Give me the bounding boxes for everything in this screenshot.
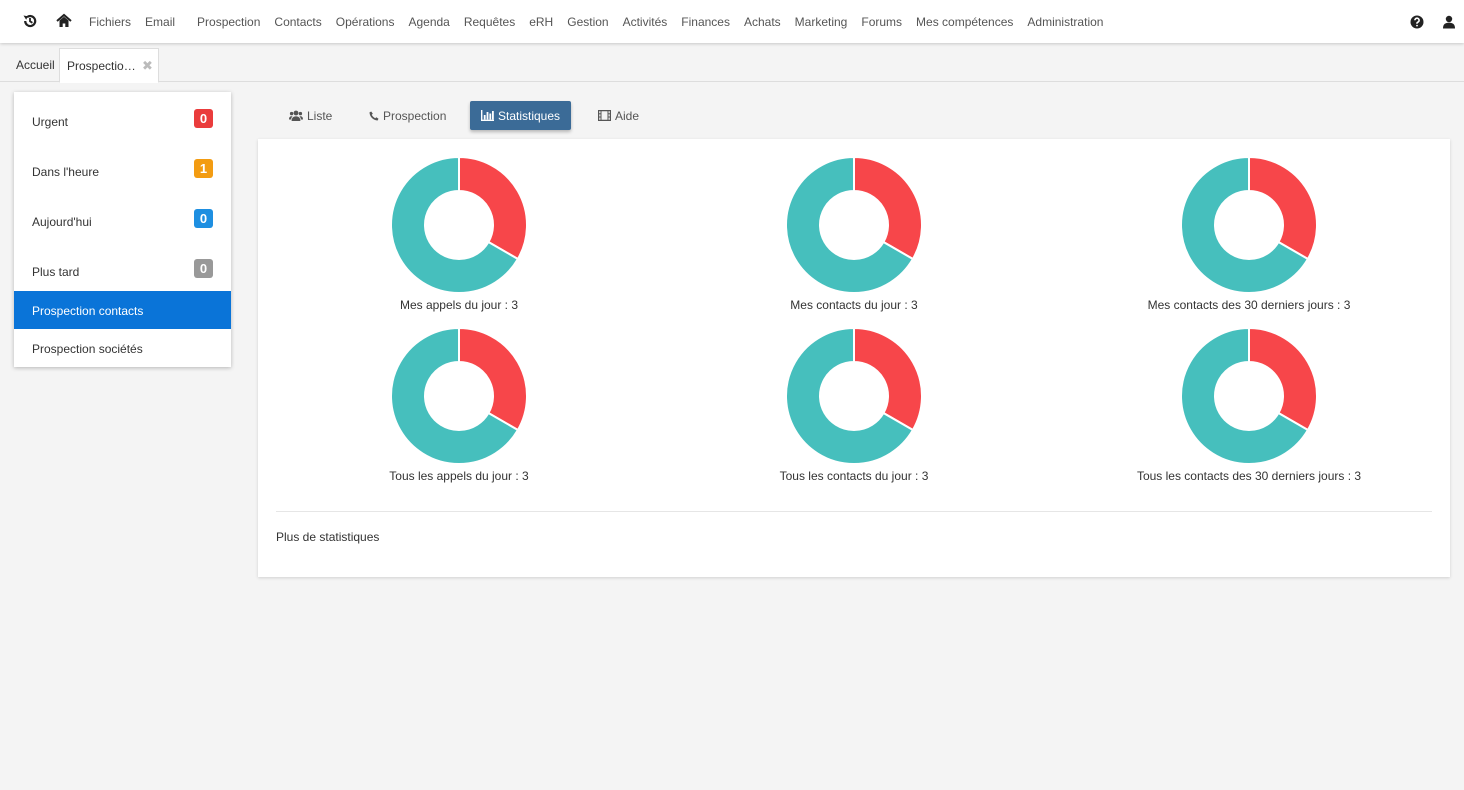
tab-bar: Accueil Prospectio… ✖ <box>0 43 1464 83</box>
tab-prospection[interactable]: Prospectio… ✖ <box>59 48 159 83</box>
tab-aide-label: Aide <box>615 108 640 123</box>
donut-chart-mes-contacts-30j <box>1180 155 1318 294</box>
chart-label: Tous les contacts des 30 derniers jours … <box>1136 469 1362 483</box>
sidebar-item-prospection-contacts[interactable]: Prospection contacts <box>14 291 231 329</box>
menu-item-activites[interactable]: Activités <box>616 15 675 29</box>
history-icon[interactable] <box>22 13 38 29</box>
tab-statistiques-label: Statistiques <box>498 108 561 123</box>
donut-chart-tous-contacts <box>785 326 923 465</box>
count-badge: 0 <box>194 259 213 278</box>
sidebar-item-label: Aujourd'hui <box>32 215 92 229</box>
sidebar-item-aujourd-hui[interactable]: Aujourd'hui 0 <box>14 197 231 235</box>
tab-liste[interactable]: Liste <box>289 101 332 130</box>
menu-item-administration[interactable]: Administration <box>1020 15 1110 29</box>
more-stats-link[interactable]: Plus de statistiques <box>276 530 379 544</box>
menu-item-gestion[interactable]: Gestion <box>560 15 615 29</box>
menu-item-achats[interactable]: Achats <box>737 15 788 29</box>
chart-label: Mes appels du jour : 3 <box>399 298 519 312</box>
chart-label: Tous les contacts du jour : 3 <box>779 469 929 483</box>
users-icon <box>289 110 303 121</box>
donut-chart-tous-appels <box>390 326 528 465</box>
menu-item-contacts[interactable]: Contacts <box>267 15 328 29</box>
help-icon[interactable] <box>1409 14 1425 30</box>
sidebar-item-label: Prospection contacts <box>32 304 144 318</box>
tab-liste-label: Liste <box>307 108 333 123</box>
sidebar-item-label: Prospection sociétés <box>32 342 143 356</box>
menu-item-erh[interactable]: eRH <box>522 15 560 29</box>
count-badge: 1 <box>194 159 213 178</box>
menu-item-prospection[interactable]: Prospection <box>190 15 267 29</box>
chart-label: Tous les appels du jour : 3 <box>389 469 529 483</box>
tab-prospection-view-label: Prospection <box>383 108 447 123</box>
donut-chart-mes-appels <box>390 155 528 294</box>
home-icon[interactable] <box>56 13 72 29</box>
sidebar-item-plus-tard[interactable]: Plus tard 0 <box>14 247 231 285</box>
sidebar-item-urgent[interactable]: Urgent 0 <box>14 97 231 135</box>
tab-statistiques[interactable]: Statistiques <box>470 101 572 130</box>
donut-chart-mes-contacts <box>785 155 923 294</box>
menu-item-finances[interactable]: Finances <box>674 15 737 29</box>
chart-label: Mes contacts des 30 derniers jours : 3 <box>1147 298 1351 312</box>
film-icon <box>598 110 611 121</box>
menu-item-email[interactable]: Email <box>138 15 182 29</box>
tab-prospection-view[interactable]: Prospection <box>369 101 446 130</box>
donut-chart-tous-contacts-30j <box>1180 326 1318 465</box>
top-navbar: Fichiers Email Prospection Contacts Opér… <box>0 0 1464 43</box>
menu-item-marketing[interactable]: Marketing <box>788 15 855 29</box>
menu-item-requetes[interactable]: Requêtes <box>457 15 522 29</box>
sidebar-item-dans-l-heure[interactable]: Dans l'heure 1 <box>14 147 231 185</box>
tab-aide[interactable]: Aide <box>598 101 639 130</box>
menu-item-operations[interactable]: Opérations <box>329 15 402 29</box>
sidebar: Urgent 0 Dans l'heure 1 Aujourd'hui 0 Pl… <box>14 92 231 367</box>
phone-icon <box>369 111 379 121</box>
tab-accueil[interactable]: Accueil <box>16 58 55 72</box>
sidebar-item-prospection-societes[interactable]: Prospection sociétés <box>14 329 231 367</box>
menu-item-mes-competences[interactable]: Mes compétences <box>909 15 1020 29</box>
count-badge: 0 <box>194 109 213 128</box>
user-icon[interactable] <box>1441 14 1457 30</box>
divider <box>276 511 1432 512</box>
count-badge: 0 <box>194 209 213 228</box>
menu-item-fichiers[interactable]: Fichiers <box>82 15 138 29</box>
menu-item-forums[interactable]: Forums <box>854 15 909 29</box>
bar-chart-icon <box>481 110 494 121</box>
menu-item-agenda[interactable]: Agenda <box>401 15 456 29</box>
sidebar-item-label: Urgent <box>32 115 69 129</box>
sidebar-item-label: Dans l'heure <box>32 165 99 179</box>
close-icon[interactable]: ✖ <box>142 58 153 74</box>
chart-label: Mes contacts du jour : 3 <box>790 298 918 312</box>
statistics-panel: Mes appels du jour : 3 Mes contacts du j… <box>258 139 1450 577</box>
sidebar-item-label: Plus tard <box>32 265 80 279</box>
main-menu: Fichiers Email Prospection Contacts Opér… <box>82 0 1110 43</box>
tab-prospection-label: Prospectio… <box>67 59 136 73</box>
